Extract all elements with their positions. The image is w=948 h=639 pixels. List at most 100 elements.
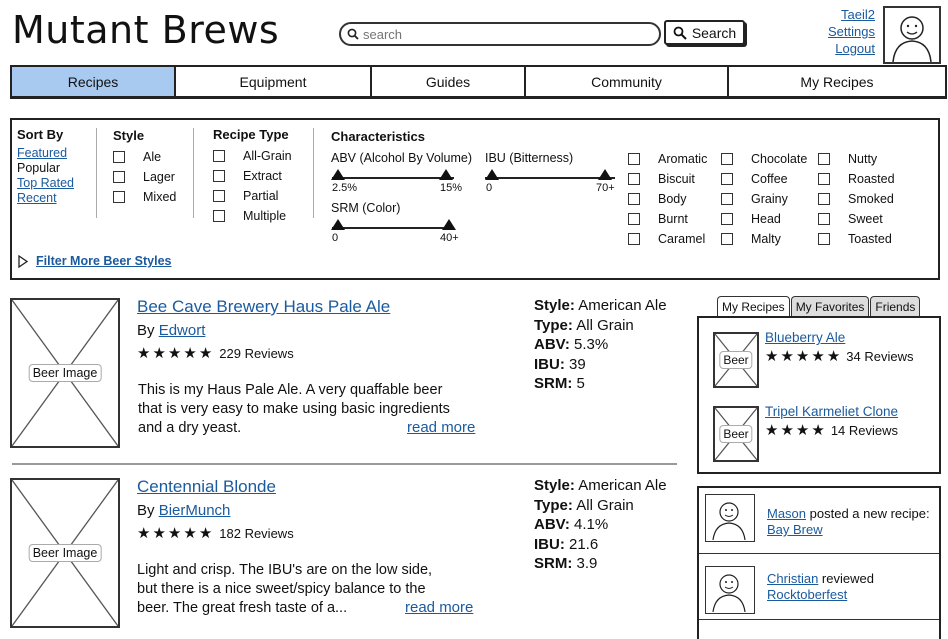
filter-more-link[interactable]: Filter More Beer Styles (18, 254, 171, 268)
sidebar-recipe-link[interactable]: Blueberry Ale (765, 330, 845, 345)
recipe-image[interactable]: Beer Image (10, 298, 120, 448)
feed-avatar[interactable] (705, 566, 755, 614)
review-count[interactable]: 229 Reviews (219, 346, 293, 361)
checkbox[interactable] (628, 193, 640, 205)
abv-slider[interactable]: 2.5% 15% (331, 169, 462, 194)
checkbox[interactable] (628, 173, 640, 185)
ibu-max-handle[interactable] (598, 169, 612, 180)
checkbox[interactable] (628, 153, 640, 165)
style-ale-checkbox[interactable]: Ale (113, 147, 176, 167)
checkbox[interactable] (721, 193, 733, 205)
ibu-min-handle[interactable] (485, 169, 499, 180)
review-count[interactable]: 34 Reviews (846, 349, 913, 364)
checkbox[interactable] (213, 170, 225, 182)
feed-target-link[interactable]: Bay Brew (767, 522, 823, 537)
checkbox[interactable] (818, 193, 830, 205)
flavor-aromatic-checkbox[interactable]: Aromatic (628, 149, 707, 169)
checkbox[interactable] (818, 213, 830, 225)
flavor-sweet-checkbox[interactable]: Sweet (818, 209, 895, 229)
srm-min-handle[interactable] (331, 219, 345, 230)
author-link[interactable]: BierMunch (159, 502, 231, 519)
ibu-max-value: 70+ (596, 182, 615, 194)
user-avatar[interactable] (883, 6, 941, 64)
checkbox[interactable] (721, 153, 733, 165)
tab-equipment[interactable]: Equipment (174, 65, 372, 99)
abv-max-handle[interactable] (439, 169, 453, 180)
flavor-smoked-checkbox[interactable]: Smoked (818, 189, 895, 209)
search-button[interactable]: Search (664, 20, 745, 45)
sort-featured-link[interactable]: Featured (17, 146, 74, 161)
tab-my-favorites[interactable]: My Favorites (790, 296, 870, 316)
search-field[interactable] (363, 26, 643, 42)
flavor-grainy-checkbox[interactable]: Grainy (721, 189, 807, 209)
flavor-biscuit-checkbox[interactable]: Biscuit (628, 169, 707, 189)
tab-guides[interactable]: Guides (370, 65, 526, 99)
flavor-burnt-checkbox[interactable]: Burnt (628, 209, 707, 229)
checkbox[interactable] (721, 233, 733, 245)
recipe-title-link[interactable]: Bee Cave Brewery Haus Pale Ale (137, 297, 390, 317)
checkbox[interactable] (628, 213, 640, 225)
recipe-author: By BierMunch (137, 502, 230, 519)
flavor-head-checkbox[interactable]: Head (721, 209, 807, 229)
checkbox[interactable] (113, 151, 125, 163)
type-partial-checkbox[interactable]: Partial (213, 186, 292, 206)
feed-avatar[interactable] (705, 494, 755, 542)
checkbox[interactable] (628, 233, 640, 245)
checkbox[interactable] (113, 171, 125, 183)
flavor-chocolate-checkbox[interactable]: Chocolate (721, 149, 807, 169)
srm-slider[interactable]: 0 40+ (331, 219, 459, 244)
read-more-link[interactable]: read more (407, 419, 475, 436)
checkbox[interactable] (113, 191, 125, 203)
tab-recipes[interactable]: Recipes (10, 65, 176, 99)
settings-link[interactable]: Settings (800, 23, 875, 40)
site-logo[interactable]: Mutant Brews (12, 8, 279, 52)
review-count[interactable]: 14 Reviews (831, 423, 898, 438)
checkbox[interactable] (213, 190, 225, 202)
sidebar-recipe-image[interactable]: Beer (713, 406, 759, 462)
author-link[interactable]: Edwort (159, 322, 206, 339)
feed-user-link[interactable]: Mason (767, 506, 806, 521)
flavor-nutty-checkbox[interactable]: Nutty (818, 149, 895, 169)
srm-max-handle[interactable] (442, 219, 456, 230)
checkbox[interactable] (721, 173, 733, 185)
tab-friends[interactable]: Friends (870, 296, 921, 316)
sidebar-recipe-image[interactable]: Beer (713, 332, 759, 388)
feed-target-link[interactable]: Rocktoberfest (767, 587, 847, 602)
flavor-malty-checkbox[interactable]: Malty (721, 229, 807, 249)
type-all-grain-checkbox[interactable]: All-Grain (213, 146, 292, 166)
checkbox[interactable] (818, 153, 830, 165)
sort-top-rated-link[interactable]: Top Rated (17, 176, 74, 191)
flavor-body-checkbox[interactable]: Body (628, 189, 707, 209)
sidebar-recipe-link[interactable]: Tripel Karmeliet Clone (765, 404, 898, 419)
ibu-slider[interactable]: 0 70+ (485, 169, 615, 194)
logout-link[interactable]: Logout (800, 40, 875, 57)
recipe-image[interactable]: Beer Image (10, 478, 120, 628)
checkbox[interactable] (213, 210, 225, 222)
tab-my-recipes[interactable]: My Recipes (727, 65, 947, 99)
checkbox[interactable] (818, 233, 830, 245)
review-count[interactable]: 182 Reviews (219, 526, 293, 541)
read-more-link[interactable]: read more (405, 599, 473, 616)
style-mixed-checkbox[interactable]: Mixed (113, 187, 176, 207)
flavor-caramel-checkbox[interactable]: Caramel (628, 229, 707, 249)
style-lager-checkbox[interactable]: Lager (113, 167, 176, 187)
flavor-roasted-checkbox[interactable]: Roasted (818, 169, 895, 189)
description-line: beer. The great fresh taste of a... (137, 600, 348, 616)
abv-min-handle[interactable] (331, 169, 345, 180)
checkbox[interactable] (721, 213, 733, 225)
stat-key: SRM: (534, 555, 573, 572)
recipe-title-link[interactable]: Centennial Blonde (137, 477, 276, 497)
feed-user-link[interactable]: Christian (767, 571, 818, 586)
checkbox[interactable] (818, 173, 830, 185)
search-input[interactable] (339, 22, 661, 46)
ibu-label: IBU (Bitterness) (485, 151, 574, 165)
sort-recent-link[interactable]: Recent (17, 191, 74, 206)
tab-my-recipes-sidebar[interactable]: My Recipes (717, 296, 790, 316)
type-multiple-checkbox[interactable]: Multiple (213, 206, 292, 226)
username-link[interactable]: Taeil2 (800, 6, 875, 23)
checkbox[interactable] (213, 150, 225, 162)
flavor-toasted-checkbox[interactable]: Toasted (818, 229, 895, 249)
type-extract-checkbox[interactable]: Extract (213, 166, 292, 186)
tab-community[interactable]: Community (524, 65, 729, 99)
flavor-coffee-checkbox[interactable]: Coffee (721, 169, 807, 189)
